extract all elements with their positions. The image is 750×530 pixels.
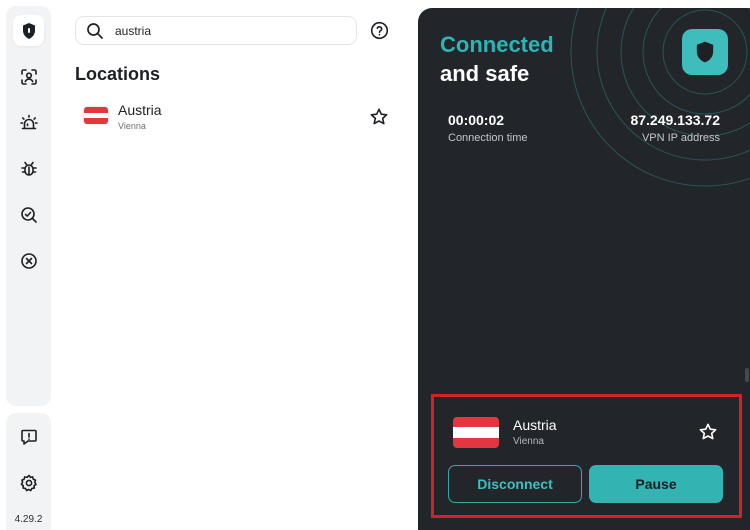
status-safe: and safe <box>440 61 530 86</box>
sidebar-item-scan[interactable] <box>13 199 44 230</box>
ip-address-value: 87.249.133.72 <box>630 112 720 128</box>
disconnect-button[interactable]: Disconnect <box>448 465 582 503</box>
locations-title: Locations <box>75 64 161 84</box>
gear-icon <box>20 474 37 491</box>
sidebar-item-identity[interactable] <box>13 61 44 92</box>
app-version: 4.29.2 <box>14 514 43 525</box>
sidebar-footer: 4.29.2 <box>6 413 51 530</box>
location-item-austria[interactable]: Austria Vienna <box>75 96 398 136</box>
ip-address-stat: 87.249.133.72 VPN IP address <box>630 112 720 144</box>
connection-time-value: 00:00:02 <box>448 112 505 128</box>
bug-icon <box>20 161 37 176</box>
search-input[interactable] <box>115 23 335 38</box>
user-scan-icon <box>20 68 37 85</box>
feedback-icon <box>20 429 37 445</box>
shield-icon <box>696 41 714 63</box>
favorite-star-icon[interactable] <box>369 107 389 127</box>
search-scan-icon <box>20 206 37 223</box>
sidebar-item-block[interactable] <box>13 245 44 276</box>
sidebar-item-vpn[interactable] <box>13 15 44 46</box>
austria-flag-icon <box>453 417 499 448</box>
sidebar-item-malware[interactable] <box>13 153 44 184</box>
connection-time-stat: 00:00:02 Connection time <box>448 112 528 144</box>
sidebar-item-alerts[interactable] <box>13 107 44 138</box>
connection-time-label: Connection time <box>448 132 528 144</box>
favorite-star-icon[interactable] <box>698 422 718 442</box>
status-connected: Connected <box>440 32 554 57</box>
sidebar <box>6 6 51 406</box>
connected-country: Austria <box>513 417 557 433</box>
panel-scrollbar[interactable] <box>745 368 749 382</box>
pause-button[interactable]: Pause <box>589 465 723 503</box>
connected-city: Vienna <box>513 436 544 447</box>
alarm-icon <box>19 114 38 129</box>
block-icon <box>20 252 37 269</box>
search-box <box>75 16 357 45</box>
austria-flag-icon <box>84 107 108 124</box>
vpn-shield-badge <box>682 29 728 75</box>
shield-icon <box>22 22 35 39</box>
settings-button[interactable] <box>13 467 44 498</box>
feedback-button[interactable] <box>13 421 44 452</box>
location-city: Vienna <box>118 121 146 131</box>
help-icon[interactable] <box>370 21 389 40</box>
ip-address-label: VPN IP address <box>641 132 720 144</box>
list-scrollbar[interactable] <box>405 60 409 530</box>
current-connection-card: Austria Vienna Disconnect Pause <box>431 394 742 518</box>
location-country: Austria <box>118 102 162 118</box>
search-icon <box>87 22 103 39</box>
